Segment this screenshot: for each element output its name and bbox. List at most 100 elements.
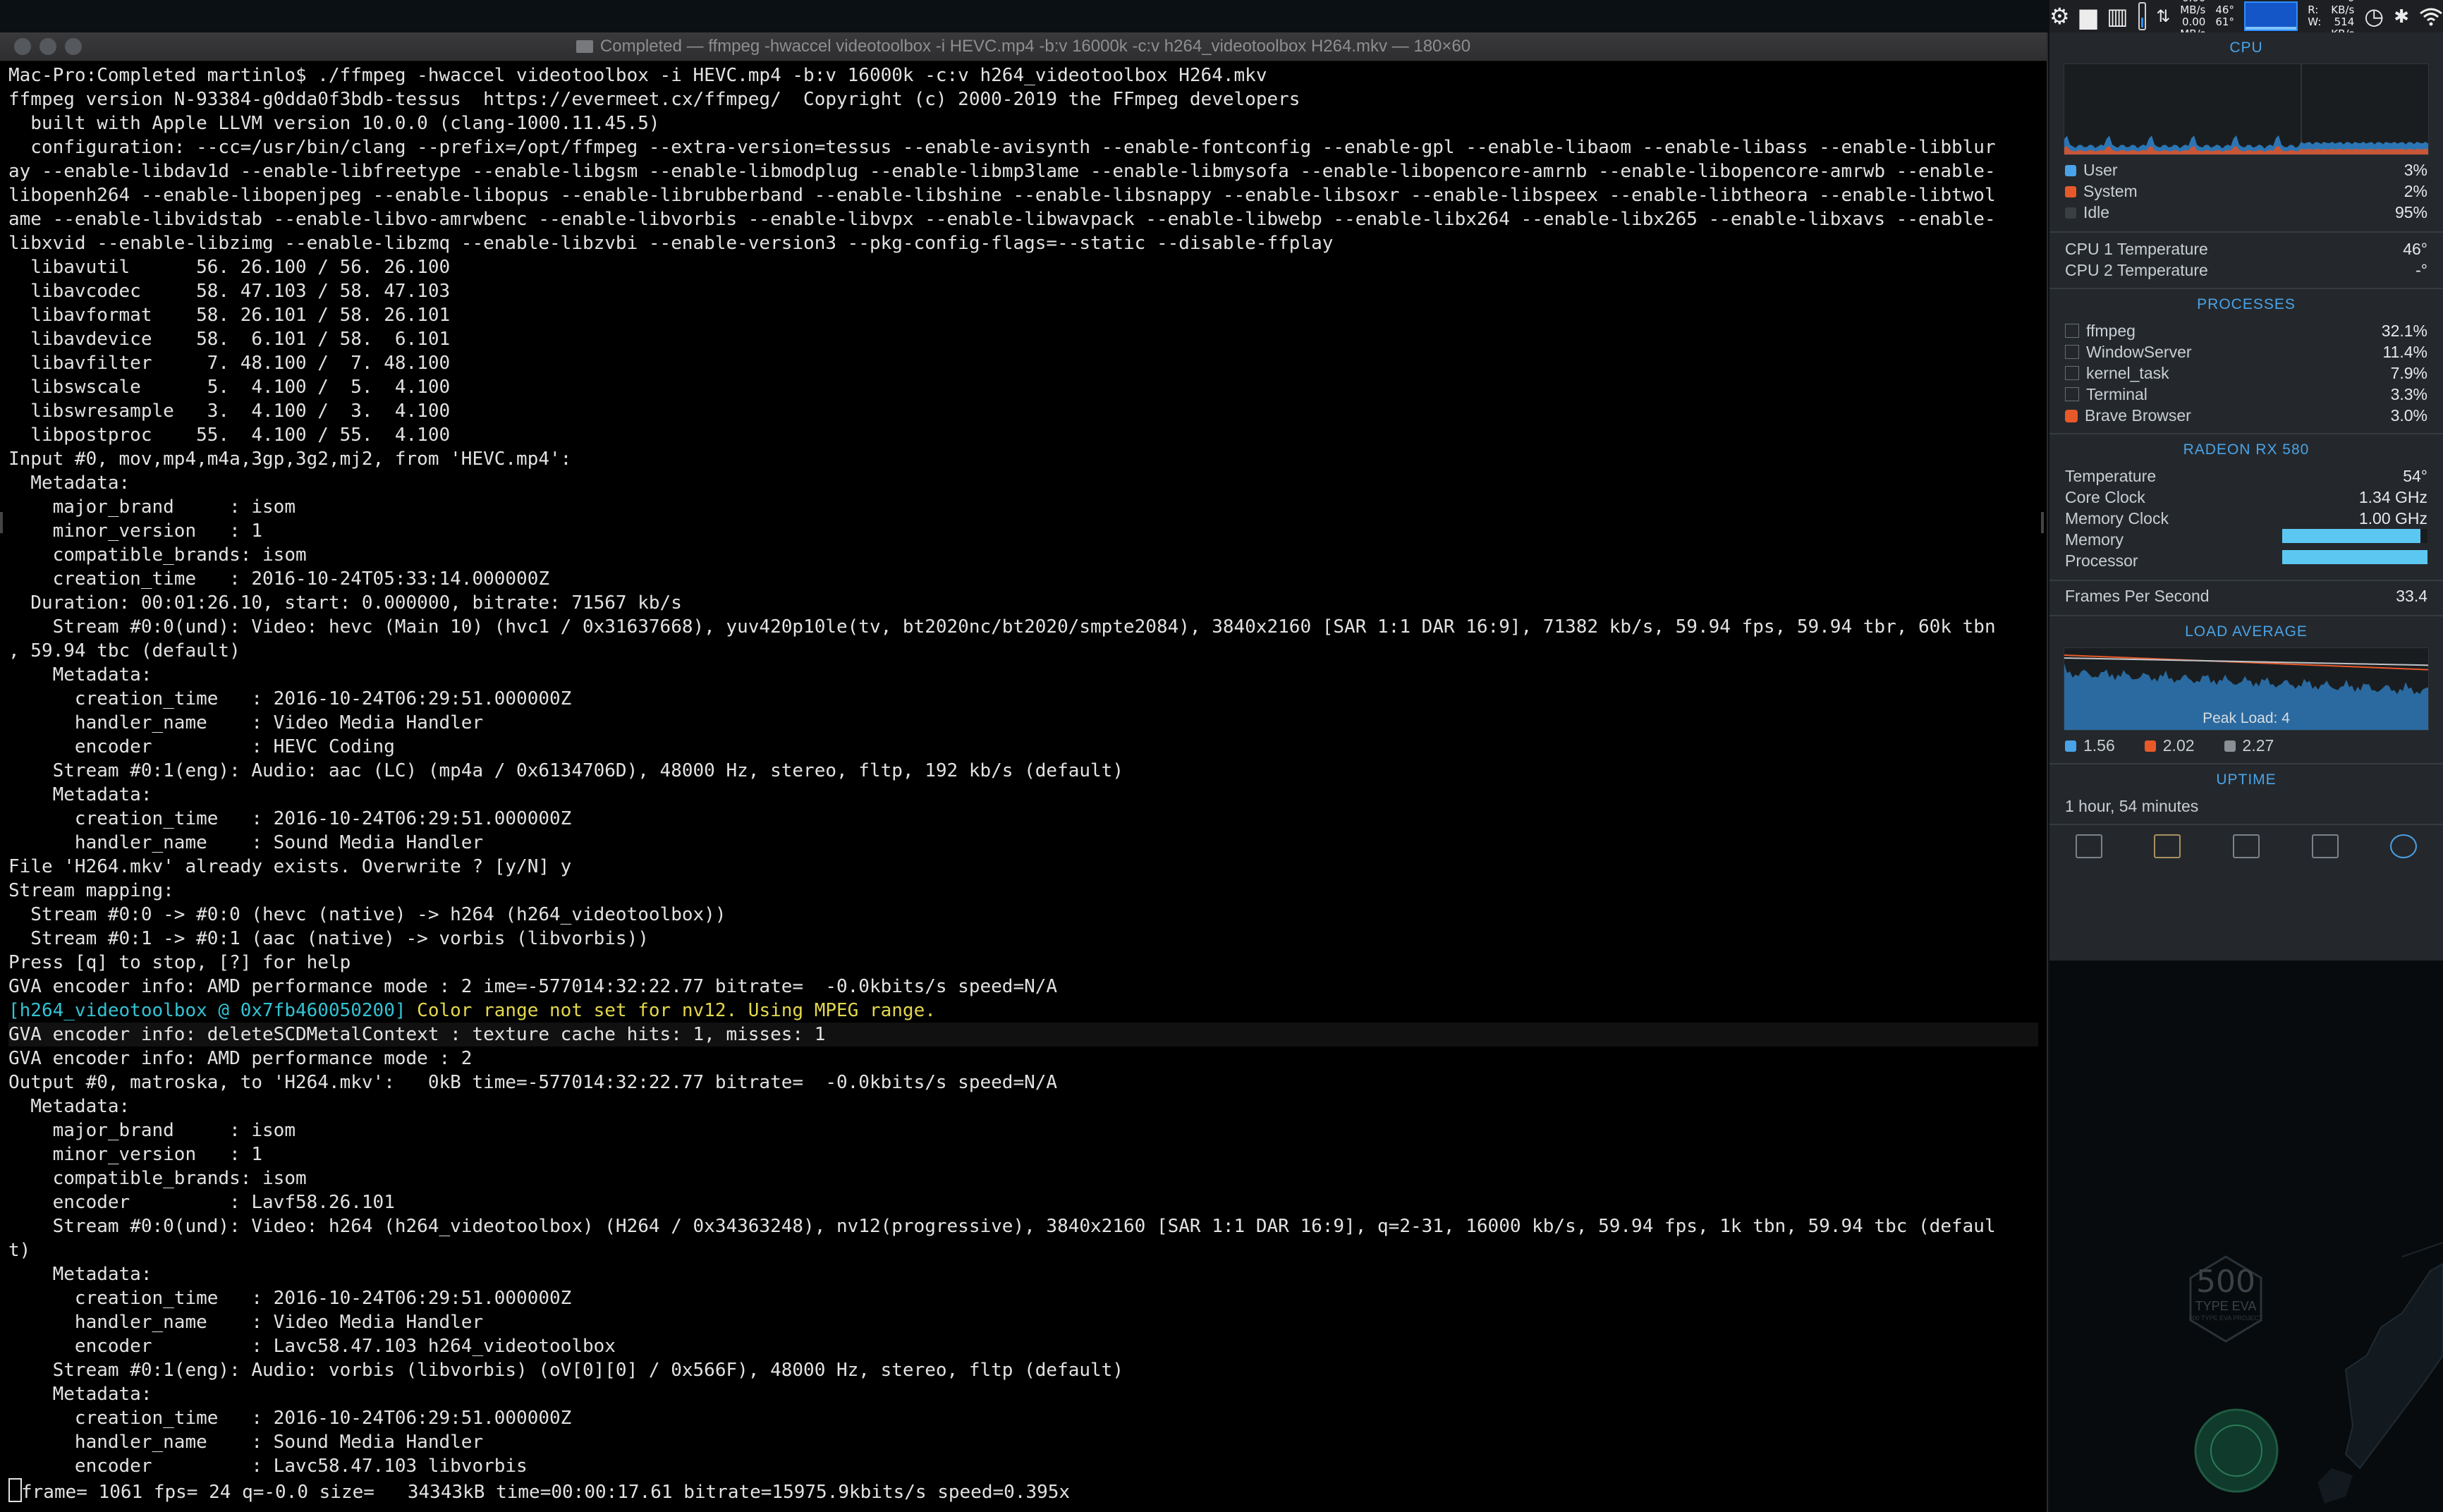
warning-text: Color range not set for nv12. Using MPEG… xyxy=(406,1000,936,1021)
cpu1-temp-value: 46° xyxy=(2403,240,2427,258)
temperature-bottom-value: 61° xyxy=(2215,16,2234,28)
cpu-idle-row: Idle 95% xyxy=(2049,202,2443,223)
process-row: Brave Browser 3.0% xyxy=(2049,405,2443,426)
activity-monitor-icon[interactable] xyxy=(2075,834,2102,858)
terminal-line: Stream #0:0(und): Video: h264 (h264_vide… xyxy=(8,1216,1996,1237)
warning-prefix: [h264_videotoolbox @ 0x7fb460050200] xyxy=(8,1000,406,1021)
terminal-line: Metadata: xyxy=(8,664,152,685)
gpu-core-clock-value: 1.34 GHz xyxy=(2358,488,2427,506)
process-cpu-value: 32.1% xyxy=(2381,322,2427,340)
terminal-line: libswresample 3. 4.100 / 3. 4.100 xyxy=(8,401,451,422)
process-name: Brave Browser xyxy=(2085,406,2191,425)
terminal-warning-line: [h264_videotoolbox @ 0x7fb460050200] Col… xyxy=(8,999,2038,1023)
gpu-memory-label: Memory xyxy=(2065,530,2124,549)
uptime-value: 1 hour, 54 minutes xyxy=(2065,797,2199,815)
disk-speed[interactable]: 0 KB/s 514 KB/s xyxy=(2331,0,2354,32)
progress-text: frame= 1061 fps= 24 q=-0.0 size= 34343kB… xyxy=(21,1482,1071,1502)
wifi-icon[interactable] xyxy=(2419,2,2443,30)
link-icon[interactable]: ⇅ xyxy=(2156,2,2170,30)
terminal-line: ffmpeg version N-93384-g0dda0f3bdb-tessu… xyxy=(8,89,1300,110)
terminal-line: Input #0, mov,mp4,m4a,3gp,3g2,mj2, from … xyxy=(8,449,572,470)
terminal-line: major_brand : isom xyxy=(8,496,296,518)
window-title: Completed — ffmpeg -hwaccel videotoolbox… xyxy=(0,32,2047,61)
process-list: ffmpeg 32.1% WindowServer 11.4% kernel_task 7… xyxy=(2049,320,2443,426)
process-row: Terminal 3.3% xyxy=(2049,384,2443,405)
gpu-heading: RADEON RX 580 xyxy=(2183,441,2310,458)
display-icon[interactable]: ▆ xyxy=(2080,2,2097,30)
window-title-text: Completed — ffmpeg -hwaccel videotoolbox… xyxy=(599,37,1471,56)
process-name: ffmpeg xyxy=(2086,322,2136,340)
terminal-line: libopenh264 --enable-libopenjpeg --enabl… xyxy=(8,185,1996,206)
gpu-memory-clock-value: 1.00 GHz xyxy=(2358,509,2427,528)
terminal-window[interactable]: Completed — ffmpeg -hwaccel videotoolbox… xyxy=(0,32,2048,1512)
gpu-memory-bar xyxy=(2282,529,2427,543)
cpu-graph-icon[interactable] xyxy=(2243,1,2298,31)
terminal-line: libavdevice 58. 6.101 / 58. 6.101 xyxy=(8,329,451,350)
load-1min-value: 1.56 xyxy=(2083,736,2115,755)
badge-line1: TYPE EVA xyxy=(2195,1299,2257,1313)
terminal-output[interactable]: Mac-Pro:Completed martinlo$ ./ffmpeg -hw… xyxy=(0,63,2047,1512)
terminal-line: , 59.94 tbc (default) xyxy=(8,640,240,662)
disk-read-value: 0 KB/s xyxy=(2331,0,2355,16)
process-name: Terminal xyxy=(2086,385,2147,403)
temperature-top-value: 46° xyxy=(2215,4,2234,16)
terminal-line: encoder : HEVC Coding xyxy=(8,736,395,757)
terminal-lines-block-1: Mac-Pro:Completed martinlo$ ./ffmpeg -hw… xyxy=(8,63,2038,999)
terminal-line: minor_version : 1 xyxy=(8,520,263,542)
process-name-cell: Brave Browser xyxy=(2065,405,2191,426)
terminal-icon[interactable] xyxy=(2232,834,2260,858)
terminal-line: Output #0, matroska, to 'H264.mkv': 0kB … xyxy=(8,1072,1058,1093)
terminal-line: compatible_brands: isom xyxy=(8,1168,307,1189)
terminal-line: compatible_brands: isom xyxy=(8,544,307,566)
disk-read-label: R: xyxy=(2308,4,2319,16)
cpu1-temp-label: CPU 1 Temperature xyxy=(2065,240,2208,258)
cpu-usage-chart-svg xyxy=(2064,64,2428,154)
terminal-line: ame --enable-libvidstab --enable-libvo-a… xyxy=(8,209,1996,230)
terminal-line: Mac-Pro:Completed martinlo$ ./ffmpeg -hw… xyxy=(8,65,1267,86)
terminal-line: libavcodec 58. 47.103 / 58. 47.103 xyxy=(8,281,451,302)
terminal-line: Stream #0:0 -> #0:0 (hevc (native) -> h2… xyxy=(8,904,726,925)
process-row: kernel_task 7.9% xyxy=(2049,362,2443,384)
cpu1-temp-row: CPU 1 Temperature 46° xyxy=(2049,238,2443,260)
terminal-line: creation_time : 2016-10-24T05:33:14.0000… xyxy=(8,568,550,590)
terminal-line: creation_time : 2016-10-24T06:29:51.0000… xyxy=(8,1408,572,1429)
console-icon[interactable] xyxy=(2154,834,2181,858)
gpu-temp-label: Temperature xyxy=(2065,467,2157,485)
terminal-line: libavfilter 7. 48.100 / 7. 48.100 xyxy=(8,353,451,374)
process-icon xyxy=(2065,345,2079,359)
gpu-memory-clock-label: Memory Clock xyxy=(2065,509,2169,528)
fps-value: 33.4 xyxy=(2396,587,2427,605)
gpu-processor-row: Processor xyxy=(2049,550,2443,571)
cpu-idle-label: Idle xyxy=(2083,203,2110,221)
terminal-line: Stream #0:1 -> #0:1 (aac (native) -> vor… xyxy=(8,928,649,949)
terminal-line: major_brand : isom xyxy=(8,1120,296,1141)
process-icon xyxy=(2065,324,2079,338)
istat-menus-icon[interactable] xyxy=(2390,834,2418,858)
terminal-line: Stream mapping: xyxy=(8,880,174,901)
disk-utility-icon[interactable] xyxy=(2311,834,2339,858)
terminal-line: creation_time : 2016-10-24T06:29:51.0000… xyxy=(8,1288,572,1309)
bluetooth-icon[interactable]: ✱ xyxy=(2394,2,2409,30)
disk-write-label: W: xyxy=(2308,16,2322,28)
terminal-titlebar[interactable]: Completed — ffmpeg -hwaccel videotoolbox… xyxy=(0,32,2047,61)
left-scroll-marker xyxy=(0,512,3,533)
terminal-lines-block-2: GVA encoder info: deleteSCDMetalContext … xyxy=(8,1023,2038,1478)
temperature-readout[interactable]: 46° 61° xyxy=(2215,4,2234,28)
terminal-line: handler_name : Video Media Handler xyxy=(8,1312,484,1333)
terminal-line: Duration: 00:01:26.10, start: 0.000000, … xyxy=(8,592,682,614)
memory-gauge-icon[interactable] xyxy=(2138,2,2147,30)
time-machine-icon[interactable]: ◷ xyxy=(2364,2,2384,30)
terminal-line: encoder : Lavf58.26.101 xyxy=(8,1192,395,1213)
gpu-core-clock-row: Core Clock 1.34 GHz xyxy=(2049,487,2443,508)
peak-load-label: Peak Load: 4 xyxy=(2203,710,2290,726)
network-speed[interactable]: 0.00 MB/s 0.00 MB/s xyxy=(2180,0,2205,32)
right-scroll-marker[interactable] xyxy=(2041,512,2044,533)
gear-icon[interactable]: ⚙ xyxy=(2049,2,2070,30)
terminal-line: libavutil 56. 26.100 / 56. 26.100 xyxy=(8,257,451,278)
idle-legend-swatch xyxy=(2065,207,2076,219)
terminal-line: GVA encoder info: AMD performance mode :… xyxy=(8,976,1058,997)
process-cpu-value: 7.9% xyxy=(2390,364,2427,382)
terminal-line: handler_name : Sound Media Handler xyxy=(8,1432,484,1453)
fps-label: Frames Per Second xyxy=(2065,587,2210,605)
window-layout-icon[interactable]: ▥ xyxy=(2107,2,2128,30)
